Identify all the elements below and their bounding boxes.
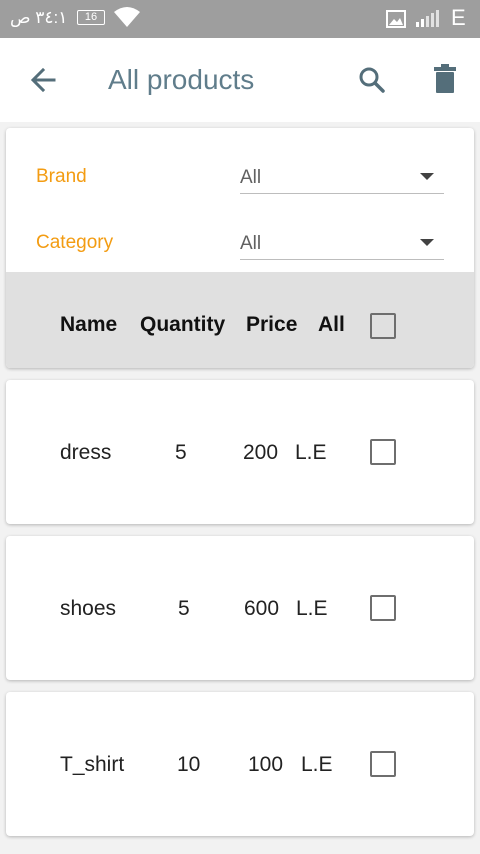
status-bar: ١:٤٣ ص 16 E [0, 0, 480, 38]
product-currency: L.E [301, 753, 333, 776]
product-price: 200 [243, 441, 279, 464]
image-notification-icon [386, 10, 406, 28]
product-row[interactable]: T_shirt 10 100 L.E [6, 692, 474, 836]
category-label: Category [36, 232, 114, 253]
product-name: shoes [60, 597, 117, 620]
product-quantity: 5 [178, 597, 190, 620]
header-all: All [318, 313, 345, 336]
header-price: Price [246, 313, 298, 336]
product-name: T_shirt [60, 753, 125, 776]
product-row[interactable]: shoes 5 600 L.E [6, 536, 474, 680]
back-button[interactable] [24, 60, 64, 100]
signal-icon [416, 10, 439, 27]
delete-button[interactable] [425, 60, 465, 100]
product-price: 100 [248, 753, 284, 776]
status-time: ١:٤٣ ص [10, 8, 68, 27]
chevron-down-icon [420, 173, 434, 180]
network-type: E [451, 5, 466, 30]
brand-value: All [240, 167, 262, 188]
page-title: All products [108, 64, 255, 95]
arrow-back-icon [30, 67, 56, 93]
product-checkbox[interactable] [370, 751, 396, 777]
filter-card: Brand All Category All Name Quantity Pri… [6, 128, 474, 368]
search-icon [359, 67, 385, 93]
search-button[interactable] [352, 60, 392, 100]
product-checkbox[interactable] [370, 439, 396, 465]
category-value: All [240, 233, 262, 254]
wifi-icon [114, 7, 140, 27]
header-quantity: Quantity [140, 313, 226, 336]
product-price: 600 [244, 597, 280, 620]
product-name: dress [60, 441, 112, 464]
trash-icon [434, 64, 456, 93]
header-name: Name [60, 313, 118, 336]
category-dropdown[interactable]: All [240, 226, 444, 260]
table-header: Name Quantity Price All [6, 272, 474, 368]
product-checkbox[interactable] [370, 595, 396, 621]
product-quantity: 5 [175, 441, 187, 464]
chevron-down-icon [420, 239, 434, 246]
product-row[interactable]: dress 5 200 L.E [6, 380, 474, 524]
brand-dropdown[interactable]: All [240, 160, 444, 194]
product-currency: L.E [295, 441, 327, 464]
brand-label: Brand [36, 166, 87, 187]
product-quantity: 10 [177, 753, 201, 776]
select-all-checkbox[interactable] [370, 313, 396, 339]
app-bar: All products [0, 38, 480, 122]
product-currency: L.E [296, 597, 328, 620]
battery-icon: 16 [77, 10, 105, 25]
